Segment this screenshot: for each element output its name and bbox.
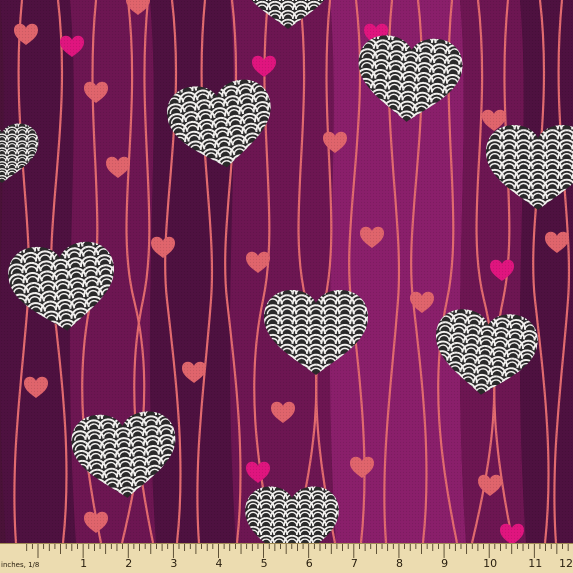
- ruler-number: 11: [528, 557, 543, 570]
- ruler-unit-label: inches, 1/8: [1, 561, 40, 569]
- ruler-number: 9: [441, 557, 449, 570]
- ruler-number: 1: [80, 557, 88, 570]
- fabric-swatch: 1 2 3 4 5 6 7 8 9 10 11 12 inches, 1/8: [0, 0, 573, 573]
- ruler-number: 10: [483, 557, 498, 570]
- ruler-number: 6: [305, 557, 313, 570]
- ruler-number: 7: [350, 557, 358, 570]
- ruler-number: 5: [260, 557, 268, 570]
- ruler-number: 3: [170, 557, 178, 570]
- heart-pattern-fabric: [0, 0, 573, 543]
- ruler-number: 2: [125, 557, 133, 570]
- ruler-number: 12: [559, 557, 573, 570]
- ruler-number: 4: [215, 557, 223, 570]
- ruler-number: 8: [395, 557, 403, 570]
- measuring-ruler: 1 2 3 4 5 6 7 8 9 10 11 12 inches, 1/8: [0, 543, 573, 573]
